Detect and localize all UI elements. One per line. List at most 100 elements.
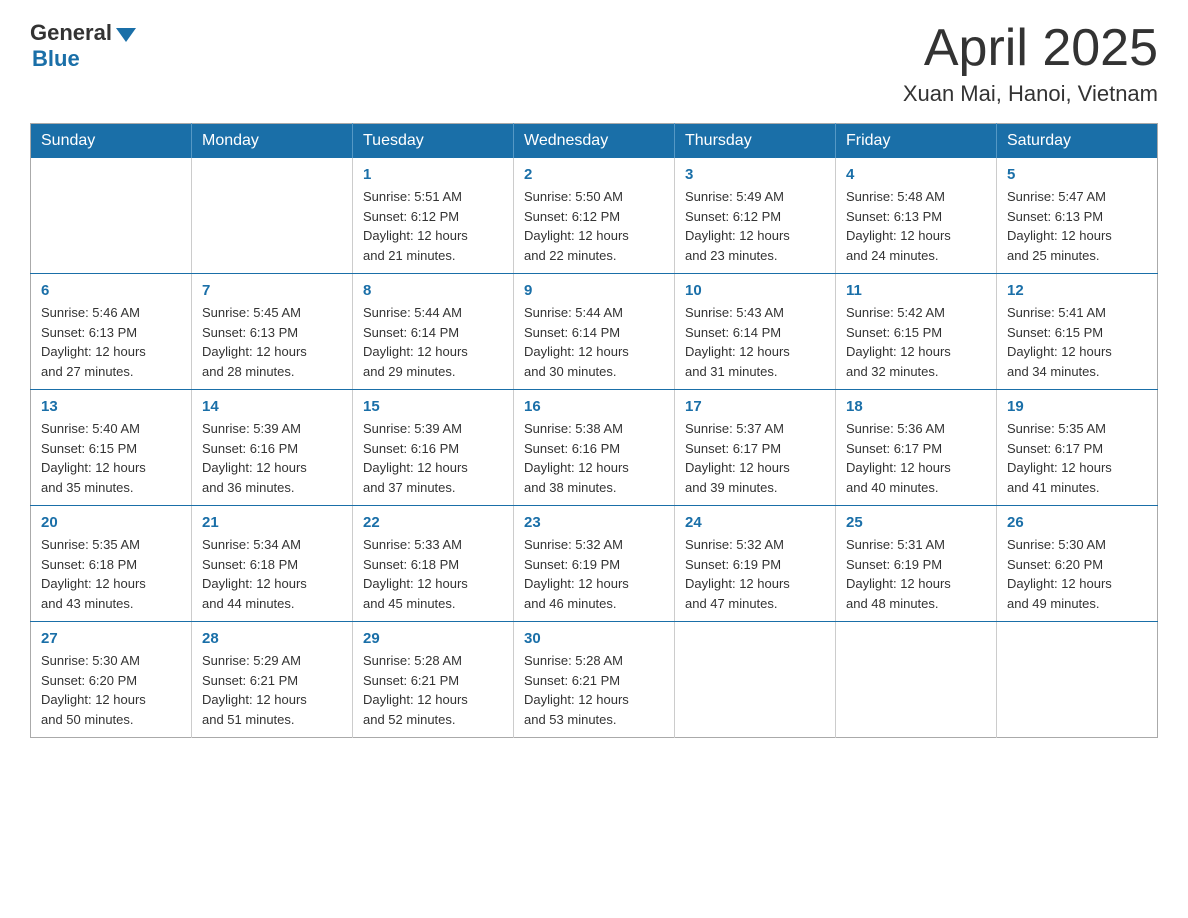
calendar-cell: [836, 622, 997, 738]
location-title: Xuan Mai, Hanoi, Vietnam: [903, 81, 1158, 107]
day-info: Sunrise: 5:28 AM Sunset: 6:21 PM Dayligh…: [363, 651, 503, 729]
calendar-cell: [675, 622, 836, 738]
day-number: 22: [363, 514, 503, 531]
day-info: Sunrise: 5:40 AM Sunset: 6:15 PM Dayligh…: [41, 419, 181, 497]
calendar-cell: 19Sunrise: 5:35 AM Sunset: 6:17 PM Dayli…: [997, 390, 1158, 506]
day-number: 12: [1007, 282, 1147, 299]
day-info: Sunrise: 5:42 AM Sunset: 6:15 PM Dayligh…: [846, 303, 986, 381]
day-number: 15: [363, 398, 503, 415]
day-info: Sunrise: 5:35 AM Sunset: 6:18 PM Dayligh…: [41, 535, 181, 613]
calendar-cell: 1 Sunrise: 5:51 AM Sunset: 6:12 PM Daylig…: [353, 158, 514, 274]
day-info: Sunrise: 5:28 AM Sunset: 6:21 PM Dayligh…: [524, 651, 664, 729]
day-number: 2: [524, 166, 664, 183]
calendar-cell: 9 Sunrise: 5:44 AM Sunset: 6:14 PM Daylig…: [514, 274, 675, 390]
calendar-cell: 23 Sunrise: 5:32 AM Sunset: 6:19 PM Dayli…: [514, 506, 675, 622]
calendar-cell: 28 Sunrise: 5:29 AM Sunset: 6:21 PM Dayli…: [192, 622, 353, 738]
day-info: Sunrise: 5:35 AM Sunset: 6:17 PM Dayligh…: [1007, 419, 1147, 497]
day-number: 25: [846, 514, 986, 531]
logo-blue-text: Blue: [32, 46, 80, 72]
day-number: 18: [846, 398, 986, 415]
day-number: 28: [202, 630, 342, 647]
day-number: 9: [524, 282, 664, 299]
day-number: 8: [363, 282, 503, 299]
calendar-cell: 7 Sunrise: 5:45 AM Sunset: 6:13 PM Daylig…: [192, 274, 353, 390]
day-info: Sunrise: 5:39 AM Sunset: 6:16 PM Dayligh…: [202, 419, 342, 497]
day-header-monday: Monday: [192, 124, 353, 159]
day-number: 24: [685, 514, 825, 531]
calendar-cell: 29Sunrise: 5:28 AM Sunset: 6:21 PM Dayli…: [353, 622, 514, 738]
day-info: Sunrise: 5:30 AM Sunset: 6:20 PM Dayligh…: [41, 651, 181, 729]
day-number: 20: [41, 514, 181, 531]
day-number: 7: [202, 282, 342, 299]
calendar-week-row: 20 Sunrise: 5:35 AM Sunset: 6:18 PM Dayli…: [31, 506, 1158, 622]
day-header-sunday: Sunday: [31, 124, 192, 159]
title-area: April 2025 Xuan Mai, Hanoi, Vietnam: [903, 20, 1158, 107]
calendar-cell: [997, 622, 1158, 738]
day-info: Sunrise: 5:32 AM Sunset: 6:19 PM Dayligh…: [524, 535, 664, 613]
calendar-cell: 15 Sunrise: 5:39 AM Sunset: 6:16 PM Dayli…: [353, 390, 514, 506]
calendar-cell: 13 Sunrise: 5:40 AM Sunset: 6:15 PM Dayli…: [31, 390, 192, 506]
day-info: Sunrise: 5:36 AM Sunset: 6:17 PM Dayligh…: [846, 419, 986, 497]
day-number: 17: [685, 398, 825, 415]
day-number: 26: [1007, 514, 1147, 531]
day-info: Sunrise: 5:39 AM Sunset: 6:16 PM Dayligh…: [363, 419, 503, 497]
day-info: Sunrise: 5:43 AM Sunset: 6:14 PM Dayligh…: [685, 303, 825, 381]
calendar-week-row: 27 Sunrise: 5:30 AM Sunset: 6:20 PM Dayli…: [31, 622, 1158, 738]
calendar-header-row: SundayMondayTuesdayWednesdayThursdayFrid…: [31, 124, 1158, 159]
day-number: 16: [524, 398, 664, 415]
day-number: 21: [202, 514, 342, 531]
day-header-saturday: Saturday: [997, 124, 1158, 159]
day-info: Sunrise: 5:31 AM Sunset: 6:19 PM Dayligh…: [846, 535, 986, 613]
calendar-cell: 2 Sunrise: 5:50 AM Sunset: 6:12 PM Daylig…: [514, 158, 675, 274]
calendar-cell: 30 Sunrise: 5:28 AM Sunset: 6:21 PM Dayli…: [514, 622, 675, 738]
day-info: Sunrise: 5:51 AM Sunset: 6:12 PM Dayligh…: [363, 187, 503, 265]
day-info: Sunrise: 5:33 AM Sunset: 6:18 PM Dayligh…: [363, 535, 503, 613]
day-info: Sunrise: 5:30 AM Sunset: 6:20 PM Dayligh…: [1007, 535, 1147, 613]
calendar-cell: 18 Sunrise: 5:36 AM Sunset: 6:17 PM Dayli…: [836, 390, 997, 506]
calendar-cell: 26 Sunrise: 5:30 AM Sunset: 6:20 PM Dayli…: [997, 506, 1158, 622]
calendar-cell: 22 Sunrise: 5:33 AM Sunset: 6:18 PM Dayli…: [353, 506, 514, 622]
calendar-cell: 10Sunrise: 5:43 AM Sunset: 6:14 PM Dayli…: [675, 274, 836, 390]
calendar-cell: 21 Sunrise: 5:34 AM Sunset: 6:18 PM Dayli…: [192, 506, 353, 622]
day-info: Sunrise: 5:29 AM Sunset: 6:21 PM Dayligh…: [202, 651, 342, 729]
calendar-week-row: 13 Sunrise: 5:40 AM Sunset: 6:15 PM Dayli…: [31, 390, 1158, 506]
day-number: 23: [524, 514, 664, 531]
calendar-week-row: 1 Sunrise: 5:51 AM Sunset: 6:12 PM Daylig…: [31, 158, 1158, 274]
calendar-cell: 27 Sunrise: 5:30 AM Sunset: 6:20 PM Dayli…: [31, 622, 192, 738]
calendar-table: SundayMondayTuesdayWednesdayThursdayFrid…: [30, 123, 1158, 738]
calendar-cell: 20 Sunrise: 5:35 AM Sunset: 6:18 PM Dayli…: [31, 506, 192, 622]
calendar-cell: 3 Sunrise: 5:49 AM Sunset: 6:12 PM Daylig…: [675, 158, 836, 274]
day-number: 11: [846, 282, 986, 299]
day-info: Sunrise: 5:49 AM Sunset: 6:12 PM Dayligh…: [685, 187, 825, 265]
day-number: 13: [41, 398, 181, 415]
logo-general-text: General: [30, 20, 112, 46]
day-header-wednesday: Wednesday: [514, 124, 675, 159]
calendar-cell: 12 Sunrise: 5:41 AM Sunset: 6:15 PM Dayli…: [997, 274, 1158, 390]
day-number: 4: [846, 166, 986, 183]
logo-arrow-icon: [116, 28, 136, 42]
day-header-tuesday: Tuesday: [353, 124, 514, 159]
day-header-thursday: Thursday: [675, 124, 836, 159]
day-info: Sunrise: 5:41 AM Sunset: 6:15 PM Dayligh…: [1007, 303, 1147, 381]
calendar-cell: 14 Sunrise: 5:39 AM Sunset: 6:16 PM Dayli…: [192, 390, 353, 506]
day-number: 1: [363, 166, 503, 183]
day-number: 27: [41, 630, 181, 647]
page-header: General Blue April 2025 Xuan Mai, Hanoi,…: [30, 20, 1158, 107]
calendar-cell: [192, 158, 353, 274]
calendar-cell: 8 Sunrise: 5:44 AM Sunset: 6:14 PM Daylig…: [353, 274, 514, 390]
day-info: Sunrise: 5:44 AM Sunset: 6:14 PM Dayligh…: [524, 303, 664, 381]
month-title: April 2025: [903, 20, 1158, 77]
day-info: Sunrise: 5:46 AM Sunset: 6:13 PM Dayligh…: [41, 303, 181, 381]
day-number: 14: [202, 398, 342, 415]
day-info: Sunrise: 5:34 AM Sunset: 6:18 PM Dayligh…: [202, 535, 342, 613]
day-number: 6: [41, 282, 181, 299]
day-number: 30: [524, 630, 664, 647]
calendar-cell: 24Sunrise: 5:32 AM Sunset: 6:19 PM Dayli…: [675, 506, 836, 622]
day-info: Sunrise: 5:50 AM Sunset: 6:12 PM Dayligh…: [524, 187, 664, 265]
day-info: Sunrise: 5:44 AM Sunset: 6:14 PM Dayligh…: [363, 303, 503, 381]
calendar-cell: 6 Sunrise: 5:46 AM Sunset: 6:13 PM Daylig…: [31, 274, 192, 390]
day-header-friday: Friday: [836, 124, 997, 159]
day-info: Sunrise: 5:38 AM Sunset: 6:16 PM Dayligh…: [524, 419, 664, 497]
day-info: Sunrise: 5:45 AM Sunset: 6:13 PM Dayligh…: [202, 303, 342, 381]
day-number: 3: [685, 166, 825, 183]
